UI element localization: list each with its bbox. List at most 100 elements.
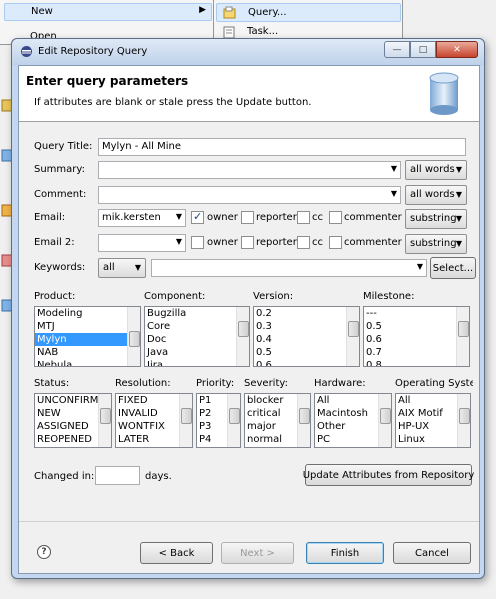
maximize-button[interactable]: □	[410, 41, 436, 58]
severity-list[interactable]: blocker critical major normal	[244, 393, 311, 448]
submenu-item-query-label: Query...	[248, 7, 287, 18]
resolution-scrollbar[interactable]	[179, 394, 192, 447]
help-icon[interactable]: ?	[37, 545, 51, 559]
finish-button[interactable]: Finish	[306, 542, 384, 564]
email2-dropdown-icon[interactable]: ▼	[176, 237, 182, 246]
keywords-input[interactable]: ▼	[151, 259, 427, 277]
email-owner-checkbox[interactable]	[191, 210, 204, 224]
email-dropdown-icon[interactable]: ▼	[176, 212, 182, 221]
email2-mode-select[interactable]: substring ▼	[405, 234, 467, 254]
list-item[interactable]: Bugzilla	[145, 307, 249, 320]
list-item[interactable]: 0.6	[364, 333, 469, 346]
list-item[interactable]: 0.7	[364, 346, 469, 359]
summary-mode-select[interactable]: all words ▼	[405, 160, 467, 180]
email2-owner-checkbox[interactable]	[191, 236, 204, 249]
list-item[interactable]: Doc	[145, 333, 249, 346]
submenu-arrow-icon: ▶	[199, 5, 206, 15]
list-item[interactable]: Java	[145, 346, 249, 359]
email-cc-label: cc	[312, 212, 323, 223]
component-list[interactable]: Bugzilla Core Doc Java Jira	[144, 306, 250, 367]
chevron-down-icon: ▼	[455, 190, 462, 199]
edit-repository-query-dialog: Edit Repository Query — □ ✕ Enter query …	[11, 38, 485, 579]
keywords-mode-select[interactable]: all ▼	[98, 258, 146, 278]
resolution-list[interactable]: FIXED INVALID WONTFIX LATER	[115, 393, 193, 448]
list-item-selected[interactable]: Mylyn	[35, 333, 140, 346]
select-keywords-button[interactable]: Select...	[430, 257, 476, 279]
back-button[interactable]: < Back	[140, 542, 213, 564]
comment-mode-select[interactable]: all words ▼	[405, 185, 467, 205]
scroll-thumb[interactable]	[299, 408, 310, 424]
list-item[interactable]: 0.5	[254, 346, 359, 359]
email-reporter-checkbox[interactable]	[241, 211, 254, 224]
scroll-thumb[interactable]	[238, 321, 249, 337]
component-scrollbar[interactable]	[236, 307, 249, 366]
query-title-label: Query Title:	[34, 141, 93, 152]
list-item[interactable]: MTJ	[35, 320, 140, 333]
priority-list[interactable]: P1 P2 P3 P4	[196, 393, 241, 448]
status-list[interactable]: UNCONFIRMED NEW ASSIGNED REOPENED	[34, 393, 112, 448]
scroll-thumb[interactable]	[380, 408, 391, 424]
version-list[interactable]: 0.2 0.3 0.4 0.5 0.6	[253, 306, 360, 367]
close-button[interactable]: ✕	[436, 41, 478, 58]
query-title-input[interactable]: Mylyn - All Mine	[98, 138, 466, 156]
email2-cc-checkbox[interactable]	[297, 236, 310, 249]
scroll-thumb[interactable]	[459, 408, 470, 424]
list-item[interactable]: Nebula	[35, 359, 140, 366]
os-list[interactable]: All AIX Motif HP-UX Linux	[395, 393, 471, 448]
scroll-thumb[interactable]	[100, 408, 111, 424]
product-list[interactable]: Modeling MTJ Mylyn NAB Nebula	[34, 306, 141, 367]
list-item[interactable]: 0.4	[254, 333, 359, 346]
update-attributes-button[interactable]: Update Attributes from Repository	[303, 464, 474, 486]
scroll-thumb[interactable]	[348, 321, 359, 337]
email2-reporter-checkbox[interactable]	[241, 236, 254, 249]
chevron-down-icon: ▼	[455, 165, 462, 174]
summary-dropdown-icon[interactable]: ▼	[391, 164, 397, 173]
list-item[interactable]: 0.3	[254, 320, 359, 333]
eclipse-window-icon	[20, 45, 33, 58]
scroll-thumb[interactable]	[181, 408, 192, 424]
email-mode-select[interactable]: substring ▼	[405, 209, 467, 229]
version-scrollbar[interactable]	[346, 307, 359, 366]
priority-scrollbar[interactable]	[227, 394, 240, 447]
os-scrollbar[interactable]	[457, 394, 470, 447]
keywords-mode-value: all	[103, 262, 115, 273]
product-scrollbar[interactable]	[127, 307, 140, 366]
list-item[interactable]: 0.2	[254, 307, 359, 320]
list-item[interactable]: Jira	[145, 359, 249, 366]
cancel-button[interactable]: Cancel	[393, 542, 471, 564]
hardware-list[interactable]: All Macintosh Other PC	[314, 393, 392, 448]
severity-scrollbar[interactable]	[297, 394, 310, 447]
next-button[interactable]: Next >	[221, 542, 294, 564]
list-item[interactable]: 0.8	[364, 359, 469, 366]
menu-item-new[interactable]: New ▶	[4, 3, 212, 21]
email-commenter-checkbox[interactable]	[329, 211, 342, 224]
status-label: Status:	[34, 378, 70, 389]
milestone-scrollbar[interactable]	[456, 307, 469, 366]
list-item[interactable]: 0.5	[364, 320, 469, 333]
scroll-thumb[interactable]	[229, 408, 240, 424]
keywords-label: Keywords:	[34, 262, 86, 273]
email2-commenter-checkbox[interactable]	[329, 236, 342, 249]
list-item[interactable]: Modeling	[35, 307, 140, 320]
list-item[interactable]: 0.6	[254, 359, 359, 366]
list-item[interactable]: NAB	[35, 346, 140, 359]
comment-input[interactable]: ▼	[98, 186, 401, 204]
changed-in-input[interactable]	[95, 466, 140, 485]
scroll-thumb[interactable]	[458, 321, 469, 337]
summary-input[interactable]: ▼	[98, 161, 401, 179]
comment-dropdown-icon[interactable]: ▼	[391, 189, 397, 198]
submenu-item-query[interactable]: Query...	[216, 3, 401, 22]
minimize-button[interactable]: —	[384, 41, 410, 58]
status-scrollbar[interactable]	[98, 394, 111, 447]
milestone-list[interactable]: --- 0.5 0.6 0.7 0.8	[363, 306, 470, 367]
hardware-scrollbar[interactable]	[378, 394, 391, 447]
dialog-titlebar[interactable]: Edit Repository Query — □ ✕	[12, 39, 484, 65]
resolution-label: Resolution:	[115, 378, 171, 389]
list-item[interactable]: Core	[145, 320, 249, 333]
email-cc-checkbox[interactable]	[297, 211, 310, 224]
email-input[interactable]: mik.kersten ▼	[98, 209, 186, 227]
keywords-dropdown-icon[interactable]: ▼	[417, 262, 423, 271]
email2-input[interactable]: ▼	[98, 234, 186, 252]
scroll-thumb[interactable]	[129, 331, 140, 347]
list-item[interactable]: ---	[364, 307, 469, 320]
